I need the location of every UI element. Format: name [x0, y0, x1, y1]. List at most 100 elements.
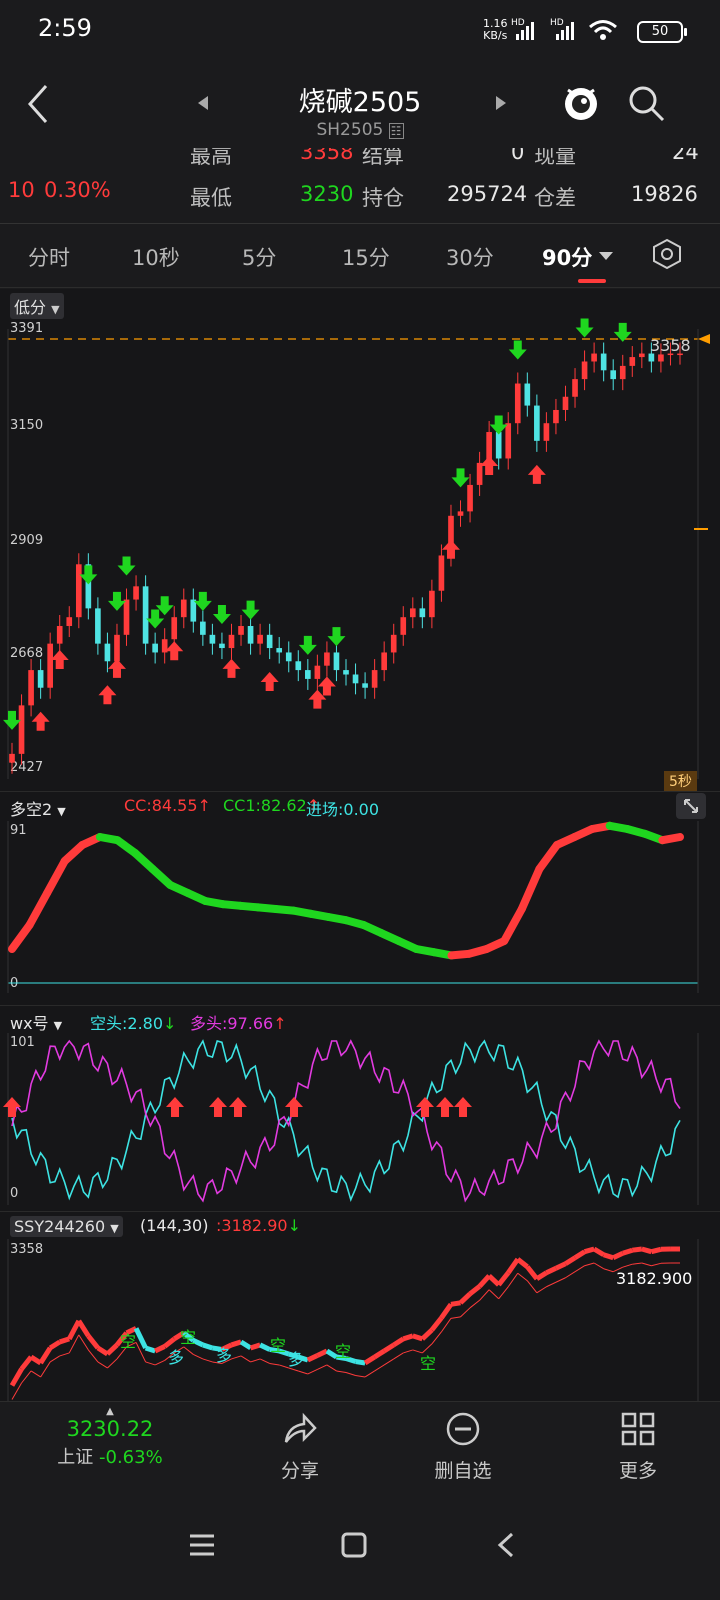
system-back-icon[interactable]: [496, 1531, 516, 1559]
ssy-signal-line: [526, 1280, 538, 1294]
long-signal-arrow: [416, 1097, 434, 1117]
settings-hexagon-icon[interactable]: [651, 238, 683, 270]
ssy-price-segment: [29, 1354, 42, 1366]
robot-icon[interactable]: [560, 80, 602, 126]
candle-body: [295, 661, 302, 671]
remove-watchlist-button[interactable]: 删自选: [403, 1412, 523, 1483]
candle-body: [524, 383, 531, 406]
indicator3-chart[interactable]: 空空多 多空多 空空: [0, 1239, 720, 1401]
home-icon[interactable]: [340, 1531, 368, 1559]
ssy-price-segment: [650, 1246, 662, 1255]
candle-body: [534, 405, 540, 441]
chart-area[interactable]: 低分 ▼ 3391 3150 2909 2668 2427 3358 5秒 多空…: [0, 289, 720, 1401]
candle-body: [467, 484, 473, 512]
sell-signal-arrow: [3, 710, 21, 730]
candle-body: [619, 365, 626, 380]
remove-circle-icon: [446, 1412, 480, 1446]
candle-body: [600, 353, 607, 371]
ssy-price-segment: [373, 1348, 386, 1360]
signal-icon-2: [556, 22, 574, 40]
indicator1-divider: [0, 791, 720, 792]
indicator1-chart[interactable]: [0, 821, 720, 993]
candle-body: [543, 423, 550, 441]
candle-body: [228, 634, 235, 649]
cc-ribbon-segment: [535, 841, 561, 873]
sell-signal-arrow: [117, 556, 136, 576]
buy-signal-arrow: [50, 650, 69, 670]
ssy-signal-line: [21, 1370, 32, 1384]
buy-signal-arrow: [260, 672, 279, 692]
tab-10s[interactable]: 10秒: [132, 242, 180, 272]
expand-icon[interactable]: [676, 793, 706, 819]
cc-value: 84.55: [151, 796, 198, 815]
tab-5m[interactable]: 5分: [242, 242, 276, 272]
ssy-signal-line: [460, 1307, 471, 1318]
indicator3-name[interactable]: SSY244260 ▼: [10, 1216, 123, 1237]
candle-body: [419, 608, 426, 618]
cc-ribbon-segment: [517, 865, 544, 913]
ssy-price-segment: [641, 1246, 653, 1255]
candle-body: [610, 370, 617, 380]
price-change-pct: 0.30%: [44, 178, 111, 202]
index-quote[interactable]: ▲ 3230.22 上证 -0.63%: [50, 1406, 170, 1469]
ssy-signal-line: [507, 1272, 519, 1288]
ssy-price-segment: [583, 1246, 595, 1255]
long-signal-arrow: [3, 1097, 21, 1117]
tab-90m[interactable]: 90分: [542, 242, 592, 272]
ssy-signal-line: [107, 1358, 118, 1369]
candle-body: [409, 608, 416, 618]
candle-body: [381, 652, 387, 671]
candle-body: [95, 608, 101, 644]
ssy-signal-line: [565, 1271, 576, 1279]
tab-intraday[interactable]: 分时: [28, 242, 70, 272]
chevron-down-icon[interactable]: [598, 250, 614, 262]
ssy-signal-line: [603, 1268, 614, 1273]
index-change: -0.63%: [99, 1447, 163, 1468]
period-badge[interactable]: 5秒: [664, 771, 697, 791]
ssy-signal-line: [250, 1358, 261, 1363]
ssy-price-segment: [554, 1261, 567, 1271]
candle-body: [104, 643, 111, 662]
dropdown-icon: ▼: [110, 1222, 119, 1235]
next-contract-icon[interactable]: [494, 94, 508, 112]
ssy-price-segment: [468, 1284, 482, 1296]
buy-signal-arrow: [317, 676, 336, 696]
ssy-price-segment: [392, 1336, 405, 1348]
more-button[interactable]: 更多: [578, 1412, 698, 1483]
ssy-signal-line: [307, 1369, 318, 1375]
candle-body: [266, 634, 273, 649]
cc-ribbon-segment: [500, 905, 526, 945]
tab-30m[interactable]: 30分: [446, 242, 494, 272]
ssy-signal-line: [421, 1343, 433, 1354]
indicator2-name[interactable]: wx号 ▼: [10, 1010, 62, 1034]
candle-body: [572, 379, 578, 397]
ssy-price-segment: [86, 1334, 100, 1350]
oi-diff-label: 仓差: [534, 186, 576, 210]
ssy-price-segment: [439, 1302, 454, 1320]
search-icon[interactable]: [627, 84, 667, 124]
candle-body: [562, 396, 569, 410]
indicator2-chart[interactable]: [0, 1033, 720, 1205]
candle-body: [591, 353, 597, 362]
ssy-signal-line: [536, 1286, 547, 1294]
ssy-signal-line: [40, 1361, 51, 1378]
entry-label-text: 进场:: [306, 800, 344, 819]
long-signal-arrow: [166, 1097, 184, 1117]
candle-body: [276, 648, 283, 653]
candle-body: [133, 586, 139, 600]
ssy-price-segment: [535, 1270, 548, 1281]
candlestick-chart[interactable]: [0, 309, 720, 779]
ssy-signal-line: [632, 1262, 642, 1265]
candle-body: [66, 617, 73, 627]
ssy-signal-line: [202, 1358, 213, 1363]
candle-body: [37, 670, 44, 688]
share-button[interactable]: 分享: [240, 1412, 360, 1483]
open-interest-label: 持仓: [362, 186, 404, 210]
share-label: 分享: [280, 1460, 319, 1482]
tab-15m[interactable]: 15分: [342, 242, 390, 272]
ssy-signal-label: 空: [270, 1336, 286, 1355]
ssy-price-segment: [144, 1345, 156, 1354]
ssy-signal-line: [259, 1358, 270, 1364]
menu-icon[interactable]: [188, 1533, 216, 1557]
indicator1-name[interactable]: 多空2 ▼: [10, 796, 66, 820]
